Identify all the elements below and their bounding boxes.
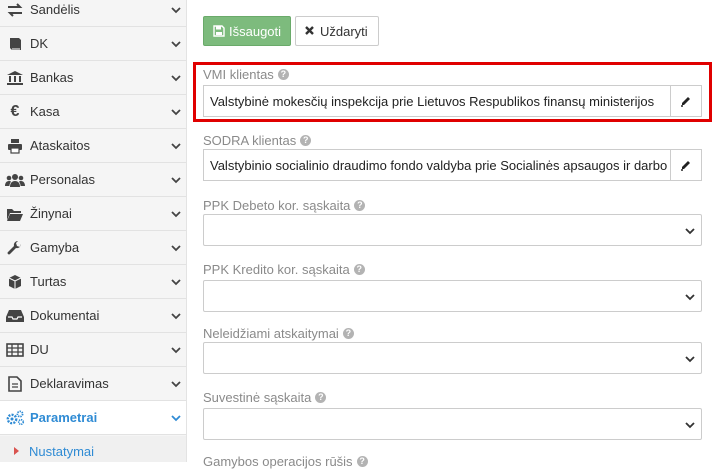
sodra-client-field[interactable]: Valstybinio socialinio draudimo fondo va… [203, 149, 670, 181]
sidebar-item-label: Ataskaitos [30, 138, 90, 153]
sidebar-item-label: Sandėlis [30, 2, 80, 17]
caret-right-icon [14, 447, 19, 455]
chevron-down-icon [171, 210, 181, 217]
summary-account-label: Suvestinė sąskaita ? [203, 390, 327, 405]
close-icon [304, 25, 316, 37]
sidebar-item-ataskaitos[interactable]: Ataskaitos [0, 129, 186, 163]
sodra-client-edit-button[interactable] [670, 149, 702, 181]
disallowed-deductions-label-text: Neleidžiami atskaitymai [203, 326, 339, 341]
sidebar-item-gamyba[interactable]: Gamyba [0, 231, 186, 265]
sidebar-item-label: Žinynai [30, 206, 72, 221]
table-icon [5, 340, 25, 360]
sidebar-item-label: Parametrai [30, 410, 98, 425]
disallowed-deductions-select[interactable] [203, 342, 702, 374]
chevron-down-icon [171, 414, 181, 421]
help-icon[interactable]: ? [353, 264, 365, 275]
pencil-icon [681, 161, 690, 171]
chevron-down-icon [685, 422, 695, 429]
close-button[interactable]: Uždaryti [295, 16, 379, 46]
help-icon[interactable]: ? [354, 200, 366, 211]
ppk-credit-label-text: PPK Kredito kor. sąskaita [203, 262, 350, 277]
vmi-client-field[interactable]: Valstybinė mokesčių inspekcija prie Liet… [203, 85, 670, 117]
ppk-debit-label-text: PPK Debeto kor. sąskaita [203, 198, 351, 213]
close-button-label: Uždaryti [320, 23, 368, 39]
sidebar-item-label: Dokumentai [30, 308, 100, 323]
sidebar-item-kasa[interactable]: € Kasa [0, 95, 186, 129]
chevron-down-icon [171, 6, 181, 13]
chevron-down-icon [171, 40, 181, 47]
book-icon [5, 34, 25, 54]
ppk-credit-select[interactable] [203, 280, 702, 312]
chevron-down-icon [171, 108, 181, 115]
chevron-down-icon [171, 380, 181, 387]
chevron-down-icon [171, 244, 181, 251]
wrench-icon [5, 238, 25, 258]
folder-open-icon [5, 204, 25, 224]
sidebar-subitem-label: Nustatymai [29, 443, 95, 459]
sidebar-subitem-nustatymai[interactable]: Nustatymai [0, 436, 186, 462]
arrows-exchange-icon [5, 0, 25, 20]
chevron-down-icon [685, 294, 695, 301]
sidebar-item-personalas[interactable]: Personalas [0, 163, 186, 197]
chevron-down-icon [685, 228, 695, 235]
sidebar-item-label: Turtas [30, 274, 67, 289]
chevron-down-icon [171, 346, 181, 353]
sidebar-item-bankas[interactable]: Bankas [0, 61, 186, 95]
save-button[interactable]: Išsaugoti [203, 16, 291, 46]
chevron-down-icon [171, 176, 181, 183]
floppy-disk-icon [213, 25, 225, 37]
sidebar-item-deklaravimas[interactable]: Deklaravimas [0, 367, 186, 401]
summary-account-label-text: Suvestinė sąskaita [203, 390, 312, 405]
sodra-client-label-text: SODRA klientas [203, 133, 297, 148]
chevron-down-icon [171, 312, 181, 319]
ppk-debit-label: PPK Debeto kor. sąskaita ? [203, 198, 366, 213]
sidebar: Sandėlis DK Bankas € Kasa Ataskaitos Per… [0, 0, 187, 462]
ppk-debit-select[interactable] [203, 214, 702, 246]
euro-icon: € [10, 102, 20, 120]
save-button-label: Išsaugoti [229, 23, 282, 39]
chevron-down-icon [171, 74, 181, 81]
cogs-icon [5, 408, 25, 428]
users-icon [5, 170, 25, 190]
summary-account-select[interactable] [203, 408, 702, 440]
vmi-client-edit-button[interactable] [670, 85, 702, 117]
disallowed-deductions-label: Neleidžiami atskaitymai ? [203, 326, 354, 341]
chevron-down-icon [685, 356, 695, 363]
vmi-client-label: VMI klientas ? [203, 67, 289, 82]
sidebar-item-label: Personalas [30, 172, 96, 187]
vmi-client-label-text: VMI klientas [203, 67, 274, 82]
chevron-down-icon [171, 278, 181, 285]
sidebar-item-turtas[interactable]: Turtas [0, 265, 186, 299]
sidebar-item-dokumentai[interactable]: Dokumentai [0, 299, 186, 333]
cube-icon [5, 272, 25, 292]
pencil-icon [681, 97, 690, 107]
help-icon[interactable]: ? [277, 69, 289, 80]
sidebar-item-label: Gamyba [30, 240, 80, 255]
sidebar-item-label: Deklaravimas [30, 376, 109, 391]
ppk-credit-label: PPK Kredito kor. sąskaita ? [203, 262, 365, 277]
sidebar-item-du[interactable]: DU [0, 333, 186, 367]
sidebar-item-sandelis[interactable]: Sandėlis [0, 0, 186, 27]
chevron-down-icon [171, 142, 181, 149]
help-icon[interactable]: ? [300, 135, 312, 146]
sidebar-item-dk[interactable]: DK [0, 27, 186, 61]
sidebar-item-parametrai[interactable]: Parametrai [0, 401, 186, 435]
inbox-icon [5, 306, 25, 326]
sidebar-item-label: DK [30, 36, 49, 51]
sidebar-item-label: DU [30, 342, 49, 357]
help-icon[interactable]: ? [342, 328, 354, 339]
sidebar-item-label: Kasa [30, 104, 60, 119]
printer-icon [5, 136, 25, 156]
help-icon[interactable]: ? [315, 392, 327, 403]
file-text-icon [5, 374, 25, 394]
sidebar-item-zinynai[interactable]: Žinynai [0, 197, 186, 231]
sodra-client-label: SODRA klientas ? [203, 133, 312, 148]
sidebar-item-label: Bankas [30, 70, 74, 85]
bank-icon [5, 68, 25, 88]
